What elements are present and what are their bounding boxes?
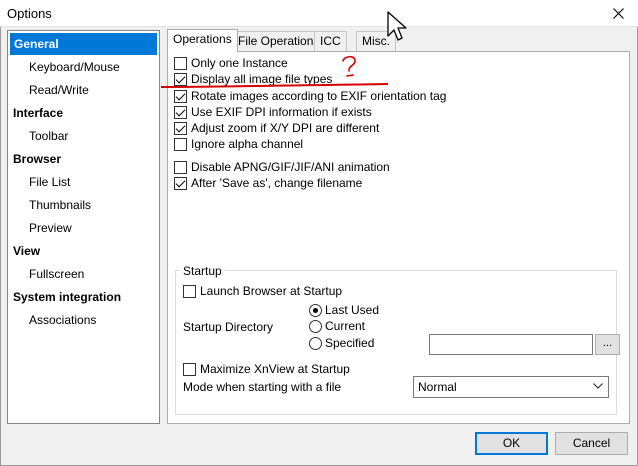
radio-last-used[interactable]: Last Used [309, 302, 379, 318]
option-ignore-alpha[interactable]: Ignore alpha channel [174, 136, 303, 152]
option-disable-animation[interactable]: Disable APNG/GIF/JIF/ANI animation [174, 159, 390, 175]
option-label: Maximize XnView at Startup [200, 362, 350, 376]
radio-current[interactable]: Current [309, 318, 365, 334]
option-label: Only one Instance [191, 56, 288, 70]
mode-label: Mode when starting with a file [183, 380, 342, 394]
radio-label: Current [325, 319, 366, 333]
radio-button[interactable] [309, 319, 322, 333]
option-label: After 'Save as', change filename [191, 176, 363, 190]
mode-select-value: Normal [418, 380, 457, 394]
radio-button[interactable] [309, 303, 322, 317]
close-button[interactable] [598, 0, 638, 27]
option-only-one-instance[interactable]: Only one Instance [174, 55, 288, 71]
option-use-exif-dpi[interactable]: Use EXIF DPI information if exists [174, 104, 372, 120]
nav-item-fullscreen[interactable]: Fullscreen [29, 263, 84, 285]
chevron-down-icon [593, 383, 603, 389]
category-list[interactable]: General Keyboard/Mouse Read/Write Interf… [7, 30, 160, 424]
nav-item-keyboard-mouse[interactable]: Keyboard/Mouse [29, 56, 120, 78]
mode-select[interactable]: Normal [413, 376, 609, 398]
checkbox[interactable] [174, 160, 187, 174]
browse-button[interactable]: ... [595, 334, 620, 355]
nav-item-file-list[interactable]: File List [29, 171, 70, 193]
specified-directory-input[interactable] [429, 334, 593, 355]
radio-specified[interactable]: Specified [309, 335, 374, 351]
checkbox[interactable] [174, 105, 187, 119]
tab-operations[interactable]: Operations [167, 29, 238, 52]
nav-item-thumbnails[interactable]: Thumbnails [29, 194, 91, 216]
nav-item-general[interactable]: General [10, 33, 157, 55]
option-label: Display all image file types [191, 72, 333, 86]
startup-group-title: Startup [180, 264, 225, 278]
radio-button[interactable] [309, 336, 322, 350]
checkbox[interactable] [183, 362, 196, 376]
nav-item-read-write[interactable]: Read/Write [29, 79, 89, 101]
checkbox[interactable] [174, 121, 187, 135]
tab-misc[interactable]: Misc. [356, 31, 396, 51]
tab-icc[interactable]: ICC [314, 31, 347, 51]
cancel-button[interactable]: Cancel [555, 432, 628, 455]
checkbox[interactable] [174, 56, 187, 70]
tab-file-operations[interactable]: File Operations [232, 31, 326, 51]
nav-item-browser[interactable]: Browser [13, 148, 61, 170]
radio-label: Last Used [325, 303, 380, 317]
option-label: Ignore alpha channel [191, 137, 304, 151]
nav-item-system-integration[interactable]: System integration [13, 286, 121, 308]
nav-item-view[interactable]: View [13, 240, 40, 262]
option-display-all-image-types[interactable]: Display all image file types [174, 71, 332, 87]
checkbox[interactable] [174, 89, 187, 103]
option-label: Adjust zoom if X/Y DPI are different [191, 121, 380, 135]
checkbox[interactable] [174, 137, 187, 151]
title-bar: Options [0, 0, 638, 27]
option-label: Launch Browser at Startup [200, 284, 343, 298]
close-icon [612, 8, 624, 19]
option-label: Rotate images according to EXIF orientat… [191, 89, 447, 103]
option-label: Disable APNG/GIF/JIF/ANI animation [191, 160, 390, 174]
checkbox[interactable] [183, 284, 196, 298]
option-change-filename-after-save-as[interactable]: After 'Save as', change filename [174, 175, 362, 191]
startup-directory-label: Startup Directory [183, 320, 274, 334]
window-title: Options [7, 6, 52, 21]
radio-label: Specified [325, 336, 375, 350]
option-rotate-exif[interactable]: Rotate images according to EXIF orientat… [174, 88, 446, 104]
ok-button[interactable]: OK [475, 432, 548, 455]
option-launch-browser[interactable]: Launch Browser at Startup [183, 283, 342, 299]
option-label: Use EXIF DPI information if exists [191, 105, 372, 119]
checkbox[interactable] [174, 72, 187, 86]
checkbox[interactable] [174, 176, 187, 190]
nav-item-preview[interactable]: Preview [29, 217, 72, 239]
option-adjust-zoom-dpi[interactable]: Adjust zoom if X/Y DPI are different [174, 120, 379, 136]
nav-item-interface[interactable]: Interface [13, 102, 63, 124]
nav-item-toolbar[interactable]: Toolbar [29, 125, 68, 147]
option-maximize-at-startup[interactable]: Maximize XnView at Startup [183, 361, 350, 377]
nav-item-associations[interactable]: Associations [29, 309, 96, 331]
